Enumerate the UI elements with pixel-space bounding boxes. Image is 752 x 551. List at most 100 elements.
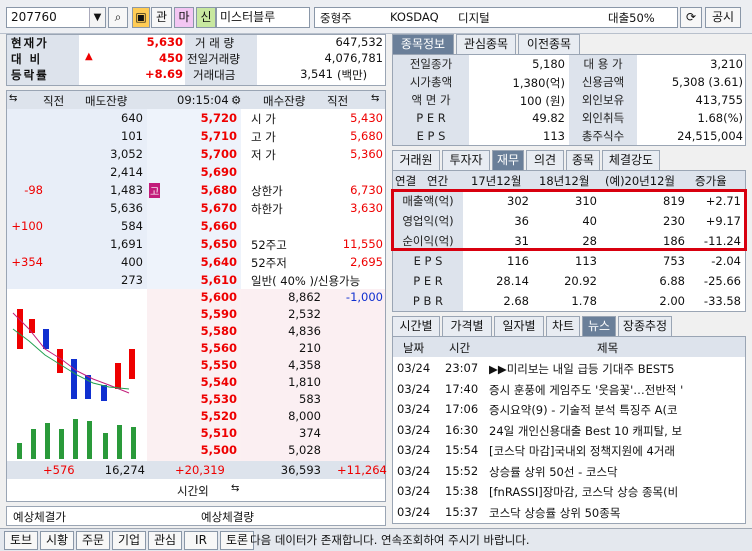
bid-qty: 8,862 [288, 290, 321, 304]
bottom-button-4[interactable]: 관심 [148, 531, 182, 550]
gear-icon[interactable]: ⚙ [231, 93, 241, 107]
info-value: 6,730 [350, 183, 383, 197]
bid-price[interactable]: 5,580 [157, 324, 237, 338]
news-time: 23:07 [445, 361, 479, 375]
bid-price[interactable]: 5,590 [157, 307, 237, 321]
news-title[interactable]: [코스닥 마감]국내외 정책지원에 4거래 [489, 443, 743, 459]
ask-price[interactable]: 5,720 [157, 111, 237, 125]
tab-5[interactable]: 체결강도 [602, 150, 660, 170]
bid-qty: 4,358 [288, 358, 321, 372]
fin-h4: 증가율 [695, 174, 727, 188]
si-key2: 외인취득 [569, 109, 637, 127]
ask-price[interactable]: 5,640 [157, 255, 237, 269]
sector: 디지털 [458, 11, 490, 25]
news-header [393, 337, 745, 357]
arrow-swap-icon-2[interactable]: ⇆ [371, 93, 379, 104]
tab-1[interactable]: 투자자 [442, 150, 490, 170]
tab-1[interactable]: 가격별 [442, 316, 492, 336]
ask-price[interactable]: 5,680 [157, 183, 237, 197]
tab-0[interactable]: 거래원 [392, 150, 440, 170]
tab-2[interactable]: 일자별 [494, 316, 544, 336]
search-icon[interactable]: ⌕ [108, 7, 128, 28]
bottom-button-2[interactable]: 주문 [76, 531, 110, 550]
bid-price[interactable]: 5,600 [157, 290, 237, 304]
ask-price[interactable]: 5,650 [157, 237, 237, 251]
news-title[interactable]: 코스닥 상승률 상위 50종목 [489, 505, 743, 521]
ask-price[interactable]: 5,660 [157, 219, 237, 233]
arrow-swap-icon-3[interactable]: ⇆ [231, 483, 239, 494]
tab-5[interactable]: 장종추정 [618, 316, 672, 336]
si-value: 100 (원) [519, 94, 565, 108]
loan-ratio: 대출50% [608, 11, 655, 25]
kwan-button[interactable]: 관 [151, 7, 172, 28]
news-title[interactable]: 상승률 상위 50선 - 코스닥 [489, 464, 743, 480]
stock-code-input[interactable]: 207760 ▼ [6, 7, 106, 28]
fin-annual[interactable]: 연간 [427, 173, 448, 189]
status-message: 다음 데이터가 존재합니다. 연속조회하여 주시기 바랍니다. [250, 533, 530, 547]
tab-0[interactable]: 시간별 [392, 316, 440, 336]
candle [43, 329, 49, 349]
tab-0[interactable]: 종목정보 [392, 34, 454, 54]
news-time: 17:40 [445, 381, 479, 396]
fin-consol[interactable]: 연결 [395, 173, 416, 189]
news-title[interactable]: 증시 훈풍에 게임주도 '웃음꽃'…전반적 ' [489, 382, 743, 398]
ask-qty: 101 [121, 129, 143, 143]
si-key2: 외인보유 [569, 91, 637, 109]
chevron-down-icon[interactable]: ▼ [89, 8, 105, 27]
bottom-button-5[interactable]: IR [184, 531, 218, 550]
volume-bar [31, 429, 36, 459]
ask-price[interactable]: 5,610 [157, 273, 237, 287]
news-title[interactable]: [fnRASSI]장마감, 코스닥 상승 종목(비 [489, 484, 743, 500]
refresh-icon[interactable]: ⟳ [680, 7, 702, 28]
bottom-button-0[interactable]: 토브 [4, 531, 38, 550]
fin-d: -2.04 [711, 254, 741, 268]
diff-label: 대 비 [11, 52, 43, 66]
tab-2[interactable]: 재무 [492, 150, 524, 170]
tab-1[interactable]: 관심종목 [456, 34, 516, 54]
bid-price[interactable]: 5,500 [157, 443, 237, 457]
exchange: KOSDAQ [390, 10, 439, 24]
bid-price[interactable]: 5,530 [157, 392, 237, 406]
news-list: 날짜 시간 제목 03/24 23:07 ▶▶미리보는 내일 급등 기대주 BEST… [392, 336, 746, 524]
bottom-bar: 토브 시황 주문 기업 관심 IR 토론 다음 데이터가 존재합니다. 연속조회하여 주시기… [0, 528, 752, 551]
fin-a: 2.68 [503, 294, 529, 308]
arrow-swap-icon[interactable]: ⇆ [9, 93, 17, 104]
si-value: 1,380(억) [512, 76, 565, 90]
news-title[interactable]: ▶▶미리보는 내일 급등 기대주 BEST5 [489, 361, 743, 377]
fin-b: 20.92 [564, 274, 597, 288]
fin-row-label: E P S [393, 251, 463, 271]
candle [85, 375, 91, 399]
fin-b: 113 [575, 254, 597, 268]
bid-price[interactable]: 5,560 [157, 341, 237, 355]
ma-button[interactable]: 마 [174, 7, 194, 28]
bid-qty: 2,532 [288, 307, 321, 321]
ask-price[interactable]: 5,700 [157, 147, 237, 161]
notice-button[interactable]: 공시 [705, 7, 741, 28]
fin-d: -25.66 [703, 274, 741, 288]
bottom-button-3[interactable]: 기업 [112, 531, 146, 550]
bid-price[interactable]: 5,520 [157, 409, 237, 423]
news-h-date: 날짜 [403, 341, 425, 355]
tab-2[interactable]: 이전종목 [518, 34, 580, 54]
ask-net: +354 [11, 255, 43, 269]
bid-price[interactable]: 5,540 [157, 375, 237, 389]
tab-3[interactable]: 차트 [546, 316, 580, 336]
tab-3[interactable]: 의견 [526, 150, 564, 170]
sin-button[interactable]: 신 [196, 7, 216, 28]
tab-4[interactable]: 종목 [566, 150, 600, 170]
si-value2: 5,308 (3.61) [671, 75, 743, 89]
quote-icon[interactable]: ▣ [132, 7, 150, 28]
ask-price[interactable]: 5,710 [157, 129, 237, 143]
fin-h1: 17년12월 [471, 174, 522, 188]
news-title[interactable]: 증시요약(9) - 기술적 분석 특징주 A(코 [489, 402, 743, 418]
rate-label: 등락률 [11, 68, 49, 82]
bid-price[interactable]: 5,510 [157, 426, 237, 440]
fin-a: 116 [507, 254, 529, 268]
ask-price[interactable]: 5,670 [157, 201, 237, 215]
tab-4[interactable]: 뉴스 [582, 316, 616, 336]
bottom-button-6[interactable]: 토론 [220, 531, 254, 550]
news-title[interactable]: 24일 개인신용대출 Best 10 캐피탈, 보 [489, 423, 743, 439]
ask-price[interactable]: 5,690 [157, 165, 237, 179]
bottom-button-1[interactable]: 시황 [40, 531, 74, 550]
bid-price[interactable]: 5,550 [157, 358, 237, 372]
